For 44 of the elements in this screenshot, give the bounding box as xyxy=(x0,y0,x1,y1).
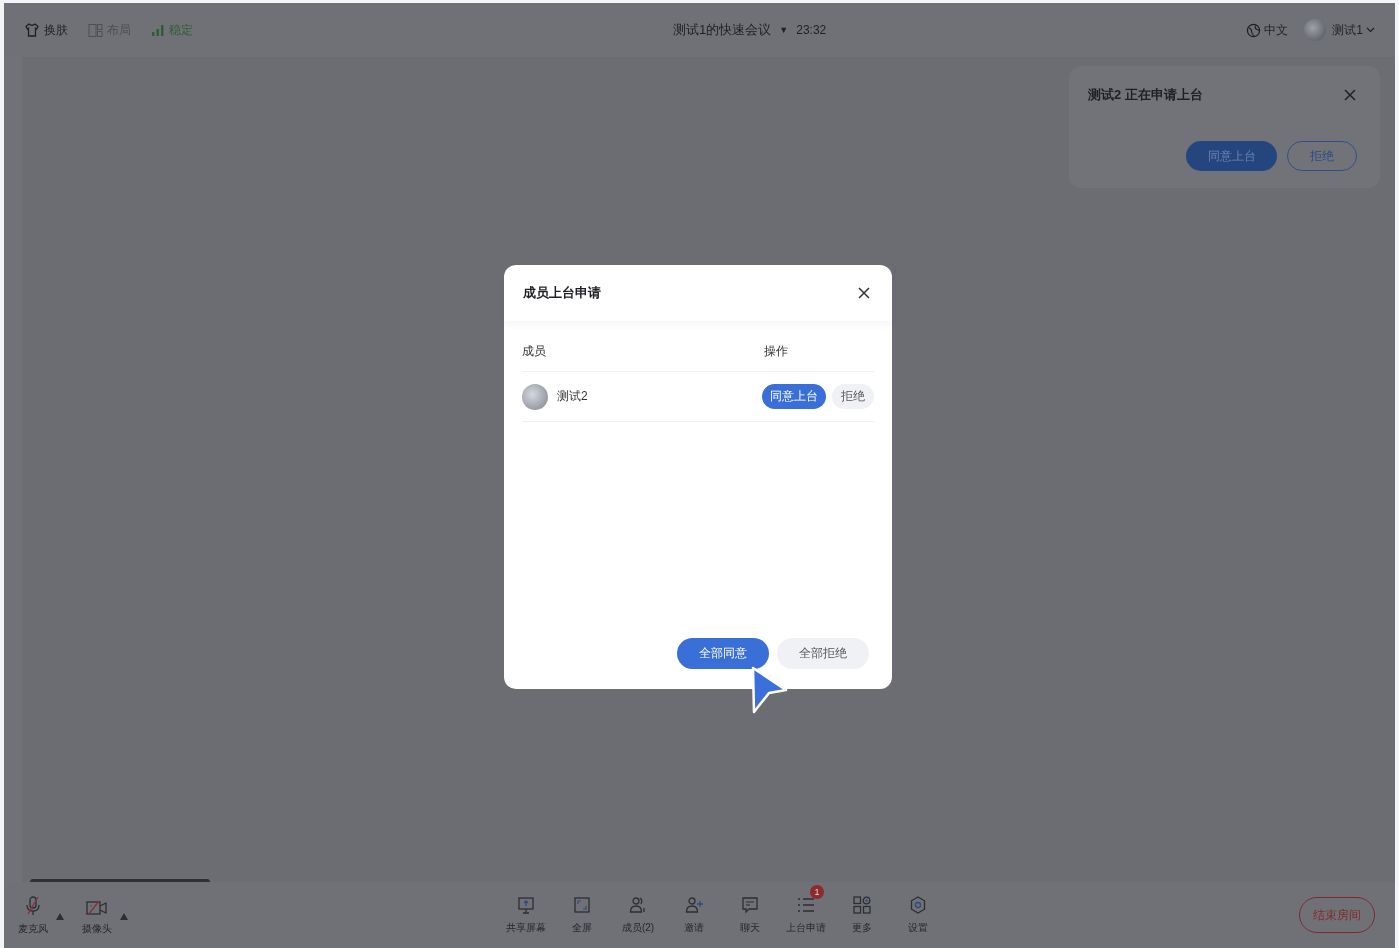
user-avatar[interactable] xyxy=(1304,19,1327,41)
reject-button[interactable]: 拒绝 xyxy=(832,384,874,409)
column-header: 操作 xyxy=(764,342,789,360)
screen-share-icon xyxy=(517,896,535,914)
settings-button[interactable]: 设置 xyxy=(890,884,946,935)
share-button[interactable]: 共享屏幕 xyxy=(498,884,554,935)
close-icon[interactable] xyxy=(858,287,870,299)
members-button[interactable]: 成员(2) xyxy=(610,884,666,935)
member-avatar xyxy=(522,383,548,410)
accept-button[interactable]: 同意上台 xyxy=(762,384,826,409)
top-bar-button[interactable]: 换肤 xyxy=(24,21,68,39)
user-menu-button[interactable]: 测试1 xyxy=(1332,21,1375,39)
notification-message: 测试2 正在申请上台 xyxy=(1088,86,1203,104)
reject-all-button[interactable]: 全部拒绝 xyxy=(777,638,869,669)
language-button[interactable]: 中文 xyxy=(1246,21,1289,39)
fullscreen-button[interactable]: 全屏 xyxy=(554,884,610,935)
fullscreen-icon xyxy=(574,897,590,913)
chat-button[interactable]: 聊天 xyxy=(722,884,778,935)
grid-icon xyxy=(853,896,871,914)
add-person-icon xyxy=(685,896,703,914)
microphone-button[interactable]: 麦克风 xyxy=(18,894,48,936)
signal-icon xyxy=(151,23,165,37)
people-icon xyxy=(629,896,647,914)
chevron-down-icon xyxy=(1366,27,1375,33)
expand-arrow-icon[interactable] xyxy=(120,912,128,920)
list-icon xyxy=(797,897,815,913)
notification-badge: 1 xyxy=(810,885,824,899)
column-header: 成员 xyxy=(522,342,547,360)
dialog-title: 成员上台申请 xyxy=(523,284,601,302)
caret-icon[interactable]: ▼ xyxy=(779,25,789,35)
more-button[interactable]: 更多 xyxy=(834,884,890,935)
accept-all-button[interactable]: 全部同意 xyxy=(677,638,769,669)
meeting-time: 23:32 xyxy=(796,23,827,37)
camera-button[interactable]: 摄像头 xyxy=(82,898,112,936)
member-name: 测试2 xyxy=(557,388,588,405)
globe-icon xyxy=(1246,22,1262,38)
top-bar-button[interactable]: 稳定 xyxy=(151,21,193,39)
invite-button[interactable]: 邀请 xyxy=(666,884,722,935)
shirt-icon xyxy=(24,22,40,38)
settings-icon xyxy=(909,896,927,914)
expand-arrow-icon[interactable] xyxy=(56,912,64,920)
chat-icon xyxy=(741,896,759,914)
meeting-title[interactable]: 测试1的快速会议 xyxy=(673,21,772,39)
layout-icon xyxy=(88,22,103,38)
